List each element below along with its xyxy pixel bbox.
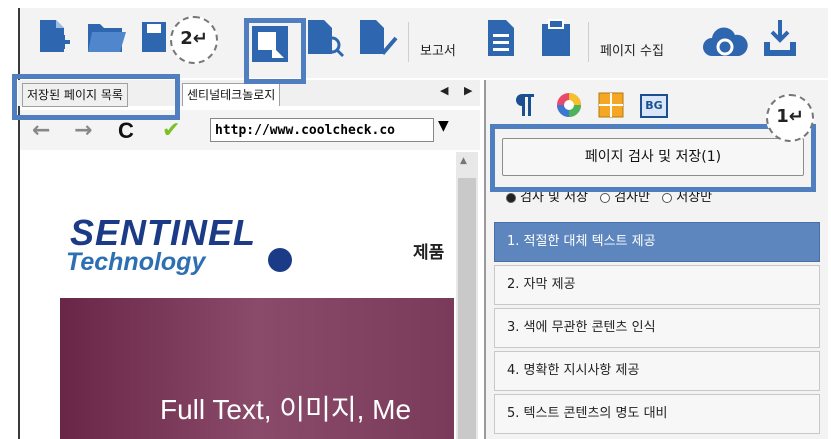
url-dropdown-icon[interactable]: ▼ <box>438 118 449 134</box>
logo-technology-text: Technology <box>66 248 206 276</box>
hero-text: Full Text, 이미지, Me <box>160 394 412 425</box>
table-layout-icon[interactable] <box>598 92 624 122</box>
verify-document-icon[interactable] <box>358 18 398 62</box>
report-label[interactable]: 보고서 <box>420 40 456 59</box>
tab-saved-pages[interactable]: 저장된 페이지 목록 <box>22 83 128 107</box>
save-icon[interactable] <box>140 18 168 58</box>
callout-step-1: 1↵ <box>766 94 814 142</box>
checklist-item[interactable]: 4. 명확한 지시사항 제공 <box>494 351 820 391</box>
new-document-icon[interactable] <box>38 18 72 58</box>
report-document-icon[interactable] <box>486 18 516 62</box>
radio-check-only[interactable] <box>600 192 611 203</box>
back-arrow-icon[interactable]: ← <box>32 118 50 143</box>
checklist-item[interactable]: 2. 자막 제공 <box>494 265 820 305</box>
paragraph-icon[interactable] <box>512 92 536 122</box>
radio-check-and-save[interactable] <box>506 192 516 203</box>
checklist-item[interactable]: 3. 색에 무관한 콘텐츠 인식 <box>494 308 820 348</box>
toolbar-separator <box>408 22 409 62</box>
clipboard-icon[interactable] <box>540 18 572 62</box>
background-image-icon[interactable]: BG <box>640 94 668 118</box>
radio-label: 검사만 <box>614 190 651 205</box>
tab-sentinel[interactable]: 센티널테크놀로지 <box>182 83 281 106</box>
page-collect-label[interactable]: 페이지 수집 <box>600 40 664 59</box>
radio-label: 검사 및 저장 <box>520 190 589 205</box>
search-document-icon[interactable] <box>306 18 346 62</box>
pane-divider[interactable] <box>484 80 486 439</box>
check-and-save-button[interactable]: 페이지 검사 및 저장(1) <box>502 138 804 176</box>
download-tray-icon[interactable] <box>760 18 800 62</box>
checklist-item[interactable]: 5. 텍스트 콘텐츠의 명도 대비 <box>494 394 820 434</box>
callout-step-2: 2↵ <box>170 16 218 64</box>
refresh-icon[interactable]: C <box>118 118 134 144</box>
tab-scroll-arrows[interactable]: ◀ ▶ <box>440 84 478 97</box>
scroll-up-icon[interactable]: ▲ <box>460 156 467 166</box>
logo-mark-icon <box>268 248 292 272</box>
radio-label: 저장만 <box>676 190 713 205</box>
checklist-item[interactable]: 1. 적절한 대체 텍스트 제공 <box>494 222 820 262</box>
url-input[interactable]: http://www.coolcheck.co <box>210 118 434 142</box>
checkmark-icon[interactable]: ✔ <box>162 118 180 143</box>
radio-save-only[interactable] <box>662 192 673 203</box>
toolbar-separator <box>588 22 589 62</box>
mode-radio-group: 검사 및 저장 검사만 저장만 <box>498 186 712 205</box>
open-folder-icon[interactable] <box>86 18 128 58</box>
cloud-sync-icon[interactable] <box>702 22 748 66</box>
site-menu-products[interactable]: 제품 <box>413 238 444 263</box>
forward-arrow-icon[interactable]: → <box>74 118 92 143</box>
color-wheel-icon[interactable] <box>556 92 582 122</box>
scrollbar-thumb[interactable] <box>458 178 476 439</box>
saved-pages-icon[interactable] <box>250 24 290 68</box>
